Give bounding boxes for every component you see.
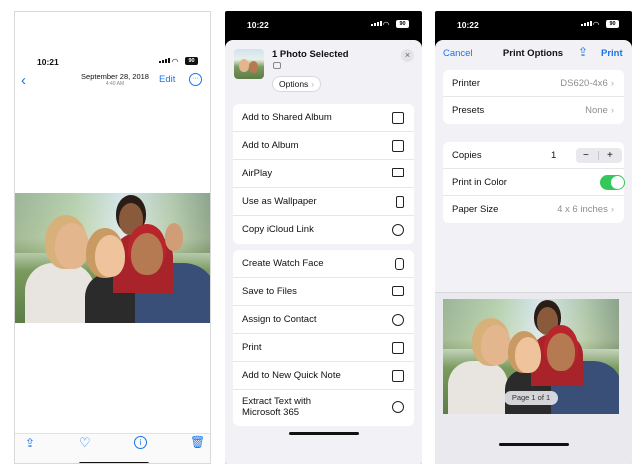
share-icon[interactable]: ⇪ (578, 45, 588, 59)
print-options-group: Copies 1 − + Print in Color Paper Size 4… (443, 142, 625, 223)
shared-album-icon (392, 112, 404, 124)
bottom-toolbar: ⇪ ♡ i 🗑 (15, 433, 210, 463)
home-indicator (499, 443, 569, 446)
plus-button[interactable]: + (607, 148, 613, 163)
wifi-icon: ◠ (172, 57, 179, 66)
ellipsis-circle-icon[interactable]: ··· (189, 73, 202, 86)
print-item[interactable]: Print (233, 334, 414, 362)
close-icon[interactable]: × (401, 49, 414, 62)
signal-icon (159, 58, 170, 63)
copy-icloud-link-item[interactable]: Copy iCloud Link (233, 216, 414, 244)
share-icon[interactable]: ⇪ (25, 436, 35, 450)
signal-icon (581, 21, 592, 26)
status-time: 10:22 (247, 20, 269, 30)
copies-value: 1 (551, 150, 557, 161)
paper-size-row[interactable]: Paper Size 4 x 6 inches › (443, 196, 624, 223)
print-options-screen: 10:22 ◠ 90 Cancel Print Options ⇪ Print … (435, 11, 632, 464)
status-time: 10:21 (37, 57, 59, 67)
status-time: 10:22 (457, 20, 479, 30)
print-sheet: Cancel Print Options ⇪ Print Printer DS6… (435, 40, 632, 464)
add-to-album-item[interactable]: Add to Album (233, 132, 414, 160)
header-date: September 28, 2018 (81, 72, 149, 81)
edit-button[interactable]: Edit (159, 74, 175, 85)
wifi-icon: ◠ (383, 20, 390, 29)
folder-icon (392, 286, 404, 296)
photo-viewer-screen: 10:21 ◠ 90 ‹ September 28, 2018 4:40 AM … (14, 11, 211, 464)
share-sheet: 1 Photo Selected Options › × Add to Share… (225, 40, 422, 464)
page-title: Print Options (502, 48, 564, 59)
printer-icon (392, 342, 404, 354)
selected-title: 1 Photo Selected (272, 49, 349, 60)
airplay-icon (392, 168, 404, 177)
print-preview-photo[interactable]: Page 1 of 1 (443, 299, 619, 414)
phone-icon (396, 196, 404, 208)
copies-row: Copies 1 − + (443, 142, 624, 169)
battery-icon: 90 (396, 20, 409, 28)
add-to-quick-note-item[interactable]: Add to New Quick Note (233, 362, 414, 390)
presets-row[interactable]: Presets None › (443, 97, 624, 124)
cloud-link-icon (392, 224, 404, 236)
action-group-1: Add to Shared Album Add to Album AirPlay… (233, 104, 414, 244)
print-button[interactable]: Print (601, 48, 623, 59)
office-icon (392, 401, 404, 413)
create-watch-face-item[interactable]: Create Watch Face (233, 250, 414, 278)
cancel-button[interactable]: Cancel (443, 48, 473, 59)
assign-to-contact-item[interactable]: Assign to Contact (233, 306, 414, 334)
trash-icon[interactable]: 🗑 (190, 435, 205, 449)
print-in-color-row: Print in Color (443, 169, 625, 196)
back-button[interactable]: ‹ (21, 72, 26, 89)
save-to-files-item[interactable]: Save to Files (233, 278, 414, 306)
watch-icon (395, 258, 404, 270)
preview-area: Page 1 of 1 (435, 292, 632, 464)
wifi-icon: ◠ (593, 20, 600, 29)
action-group-2: Create Watch Face Save to Files Assign t… (233, 250, 414, 426)
extract-text-item[interactable]: Extract Text with Microsoft 365 (233, 390, 414, 426)
status-bar: 10:22 ◠ 90 (225, 11, 422, 39)
heart-icon[interactable]: ♡ (79, 435, 91, 451)
add-to-shared-album-item[interactable]: Add to Shared Album (233, 104, 414, 132)
battery-icon: 90 (606, 20, 619, 28)
print-in-color-toggle[interactable] (600, 175, 625, 190)
airplay-item[interactable]: AirPlay (233, 160, 414, 188)
printer-settings-group: Printer DS620-4x6 › Presets None › (443, 70, 624, 124)
caption-icon (273, 62, 281, 69)
use-as-wallpaper-item[interactable]: Use as Wallpaper (233, 188, 414, 216)
selected-photo-thumbnail (234, 49, 264, 79)
options-button[interactable]: Options › (272, 76, 322, 92)
page-indicator: Page 1 of 1 (504, 391, 558, 405)
info-icon[interactable]: i (134, 436, 147, 449)
album-icon (392, 140, 404, 152)
quick-note-icon (392, 370, 404, 382)
signal-icon (371, 21, 382, 26)
share-sheet-screen: 10:22 ◠ 90 1 Photo Selected Options › × A… (225, 11, 422, 464)
home-indicator (289, 432, 359, 435)
header-time: 4:40 AM (105, 81, 125, 87)
status-bar: 10:22 ◠ 90 (435, 11, 632, 39)
copies-stepper[interactable]: − + (576, 148, 622, 163)
minus-button[interactable]: − (583, 148, 589, 163)
printer-row[interactable]: Printer DS620-4x6 › (443, 70, 624, 97)
contact-icon (392, 314, 404, 326)
battery-icon: 90 (185, 57, 198, 65)
main-photo[interactable] (15, 193, 210, 323)
